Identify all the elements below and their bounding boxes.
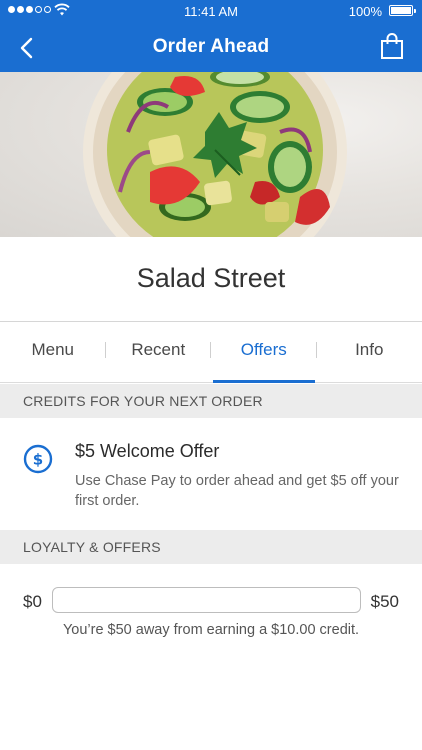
- progress-max-label: $50: [370, 592, 399, 611]
- tab-bar: Menu Recent Offers Info: [0, 322, 422, 383]
- restaurant-header: Salad Street: [0, 237, 422, 322]
- active-tab-indicator: [213, 380, 315, 383]
- tab-label: Offers: [240, 340, 287, 359]
- tab-offers[interactable]: Offers: [211, 322, 317, 383]
- dollar-circle-icon: $: [23, 444, 53, 474]
- restaurant-name: Salad Street: [136, 263, 286, 293]
- tab-info[interactable]: Info: [317, 322, 422, 382]
- credits-section-header: CREDITS FOR YOUR NEXT ORDER: [0, 384, 422, 418]
- tab-label: Info: [355, 340, 384, 359]
- progress-min-label: $0: [23, 592, 42, 611]
- loyalty-section-header: LOYALTY & OFFERS: [0, 530, 422, 564]
- progress-message: You’re $50 away from earning a $10.00 cr…: [62, 622, 360, 638]
- welcome-offer-card[interactable]: $ $5 Welcome Offer Use Chase Pay to orde…: [0, 418, 422, 532]
- offer-title: $5 Welcome Offer: [75, 441, 220, 461]
- shopping-bag-icon[interactable]: [380, 32, 404, 60]
- page-title: Order Ahead: [152, 36, 270, 57]
- svg-text:$: $: [33, 451, 43, 469]
- offer-description: Use Chase Pay to order ahead and get $5 …: [75, 473, 399, 509]
- loyalty-panel: $0 $50 You’re $50 away from earning a $1…: [0, 564, 422, 750]
- status-bar: 11:41 AM 100%: [0, 0, 422, 22]
- loyalty-progress-bar: [52, 587, 361, 613]
- restaurant-hero-image: [0, 72, 422, 237]
- battery-percentage: 100%: [348, 4, 382, 19]
- header: 11:41 AM 100% Order Ahead: [0, 0, 422, 72]
- tab-menu[interactable]: Menu: [0, 322, 106, 382]
- tab-label: Recent: [131, 340, 186, 359]
- tab-recent[interactable]: Recent: [106, 322, 212, 382]
- battery-icon: [389, 5, 416, 16]
- tab-label: Menu: [31, 340, 75, 359]
